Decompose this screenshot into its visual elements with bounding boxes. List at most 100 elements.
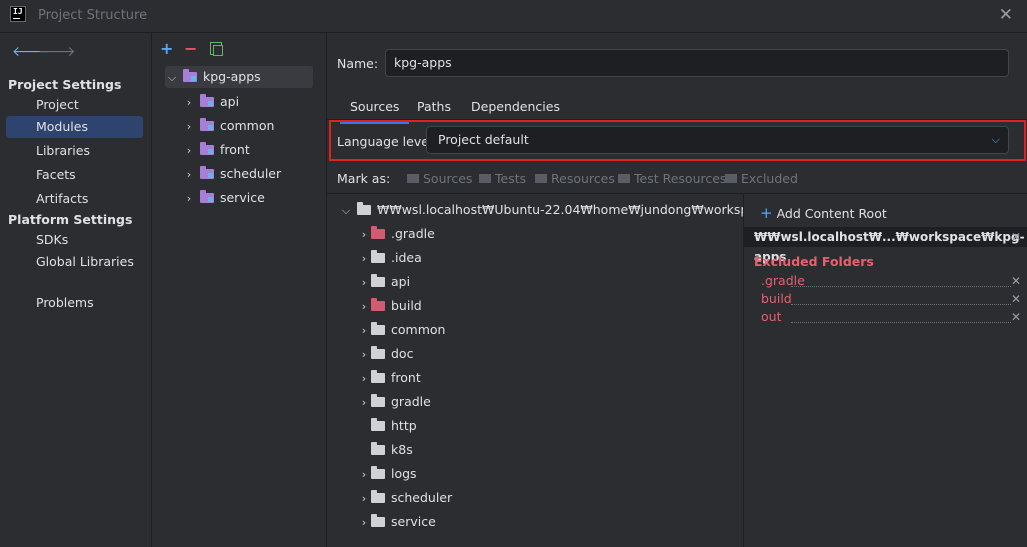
sidebar-item-global-libraries[interactable]: Global Libraries	[6, 251, 143, 273]
chevron-right-icon[interactable]: ›	[357, 464, 371, 486]
tree-item-label: common	[391, 322, 446, 337]
chevron-right-icon[interactable]: ›	[357, 392, 371, 414]
tab-dependencies[interactable]: Dependencies	[471, 99, 560, 114]
tree-item[interactable]: › service	[357, 511, 436, 533]
tree-item-label: doc	[391, 346, 414, 361]
module-label: service	[219, 190, 265, 205]
add-module-icon[interactable]: +	[160, 39, 173, 58]
excluded-folder-item: .gradle ✕	[761, 272, 1021, 290]
settings-sidebar: 🡐 🡒 Project Settings Project Modules Lib…	[0, 33, 152, 547]
excluded-folder-item: build ✕	[761, 290, 1021, 308]
folder-icon	[371, 394, 385, 407]
sidebar-item-modules[interactable]: Modules	[6, 116, 143, 138]
folder-icon	[371, 466, 385, 479]
folder-icon	[407, 174, 419, 183]
module-item-front[interactable]: › front	[182, 139, 250, 161]
folder-icon	[371, 490, 385, 503]
tree-item[interactable]: › front	[357, 367, 421, 389]
add-content-root-button[interactable]: + Add Content Root	[760, 204, 887, 222]
tab-paths[interactable]: Paths	[417, 99, 451, 114]
sidebar-item-project[interactable]: Project	[6, 94, 143, 116]
remove-excluded-icon[interactable]: ✕	[1011, 272, 1021, 290]
dotted-leader	[791, 286, 1011, 287]
chevron-right-icon[interactable]: ›	[357, 320, 371, 342]
sidebar-item-sdks[interactable]: SDKs	[6, 229, 143, 251]
tree-item[interactable]: › gradle	[357, 391, 431, 413]
tree-root[interactable]: ⌵ ₩₩wsl.localhost₩Ubuntu-22.04₩home₩jund…	[339, 199, 743, 221]
remove-excluded-icon[interactable]: ✕	[1011, 290, 1021, 308]
close-icon[interactable]: ✕	[999, 5, 1013, 25]
folder-icon	[371, 442, 385, 455]
title-bar: IJ Project Structure ✕	[0, 0, 1027, 33]
copy-module-icon[interactable]	[210, 42, 223, 56]
language-level-label: Language level:	[337, 134, 437, 149]
back-arrow-icon[interactable]: 🡐	[12, 43, 50, 60]
chevron-right-icon[interactable]: ›	[357, 272, 371, 294]
chevron-right-icon[interactable]: ›	[182, 116, 196, 138]
remove-root-icon[interactable]: ✕	[1011, 227, 1021, 247]
tree-item-label: .idea	[391, 250, 422, 265]
module-folder-icon	[182, 69, 197, 82]
module-name-input[interactable]: kpg-apps	[385, 49, 1009, 77]
platform-settings-header: Platform Settings	[8, 212, 133, 227]
tree-item[interactable]: › common	[357, 319, 445, 341]
tree-item[interactable]: › .gradle	[357, 223, 435, 245]
excluded-folder-item: out ✕	[761, 308, 1021, 326]
sidebar-item-libraries[interactable]: Libraries	[6, 140, 143, 162]
name-label: Name:	[337, 56, 379, 71]
module-item-api[interactable]: › api	[182, 91, 239, 113]
content-root-bar: ₩₩wsl.localhost₩...₩workspace₩kpg-apps ✕	[744, 227, 1027, 264]
mark-sources-button[interactable]: Sources	[407, 171, 472, 186]
tree-item[interactable]: k8s	[357, 439, 413, 461]
mark-tests-button[interactable]: Tests	[479, 171, 526, 186]
module-item-scheduler[interactable]: › scheduler	[182, 163, 281, 185]
chevron-right-icon[interactable]: ›	[357, 296, 371, 318]
tab-sources[interactable]: Sources	[339, 99, 411, 124]
sidebar-item-problems[interactable]: Problems	[6, 292, 143, 314]
chevron-right-icon[interactable]: ›	[357, 224, 371, 246]
chevron-right-icon[interactable]: ›	[182, 188, 196, 210]
chevron-right-icon[interactable]: ›	[357, 488, 371, 510]
module-settings-panel: Name: kpg-apps Sources Paths Dependencie…	[327, 33, 1027, 547]
tree-item-label: api	[391, 274, 411, 289]
mark-resources-button[interactable]: Resources	[535, 171, 615, 186]
module-label: scheduler	[219, 166, 282, 181]
module-item-service[interactable]: › service	[182, 187, 265, 209]
tree-item-label: http	[391, 418, 417, 433]
tree-item-label: service	[391, 514, 436, 529]
module-label: kpg-apps	[202, 69, 261, 84]
chevron-right-icon[interactable]: ›	[357, 512, 371, 534]
language-level-select[interactable]: Project default ⌵	[426, 126, 1009, 154]
mark-as-label: Mark as:	[337, 171, 391, 186]
mark-test-resources-button[interactable]: Test Resources	[618, 171, 726, 186]
tree-item[interactable]: http	[357, 415, 417, 437]
chevron-right-icon[interactable]: ›	[357, 368, 371, 390]
chevron-down-icon[interactable]: ⌵	[165, 67, 179, 89]
tree-item[interactable]: › build	[357, 295, 422, 317]
folder-icon	[371, 418, 385, 431]
tree-item[interactable]: › .idea	[357, 247, 422, 269]
folder-icon	[479, 174, 491, 183]
remove-module-icon[interactable]: −	[184, 39, 197, 58]
chevron-down-icon[interactable]: ⌵	[339, 200, 353, 222]
tree-item[interactable]: › api	[357, 271, 410, 293]
module-label: api	[219, 94, 240, 109]
chevron-right-icon[interactable]: ›	[182, 140, 196, 162]
forward-arrow-icon[interactable]: 🡒	[38, 43, 76, 60]
remove-excluded-icon[interactable]: ✕	[1011, 308, 1021, 326]
mark-excluded-button[interactable]: Excluded	[725, 171, 798, 186]
tree-item[interactable]: › doc	[357, 343, 413, 365]
tree-item[interactable]: › logs	[357, 463, 417, 485]
module-root[interactable]: ⌵ kpg-apps	[165, 66, 313, 88]
chevron-right-icon[interactable]: ›	[182, 164, 196, 186]
excluded-folder-icon	[371, 226, 385, 239]
sidebar-item-artifacts[interactable]: Artifacts	[6, 188, 143, 210]
sidebar-item-facets[interactable]: Facets	[6, 164, 143, 186]
chevron-right-icon[interactable]: ›	[182, 92, 196, 114]
module-item-common[interactable]: › common	[182, 115, 274, 137]
chevron-right-icon[interactable]: ›	[357, 344, 371, 366]
chevron-right-icon[interactable]: ›	[357, 248, 371, 270]
tree-item[interactable]: › scheduler	[357, 487, 452, 509]
folder-icon	[535, 174, 547, 183]
chevron-down-icon[interactable]: ⌵	[992, 127, 1000, 153]
